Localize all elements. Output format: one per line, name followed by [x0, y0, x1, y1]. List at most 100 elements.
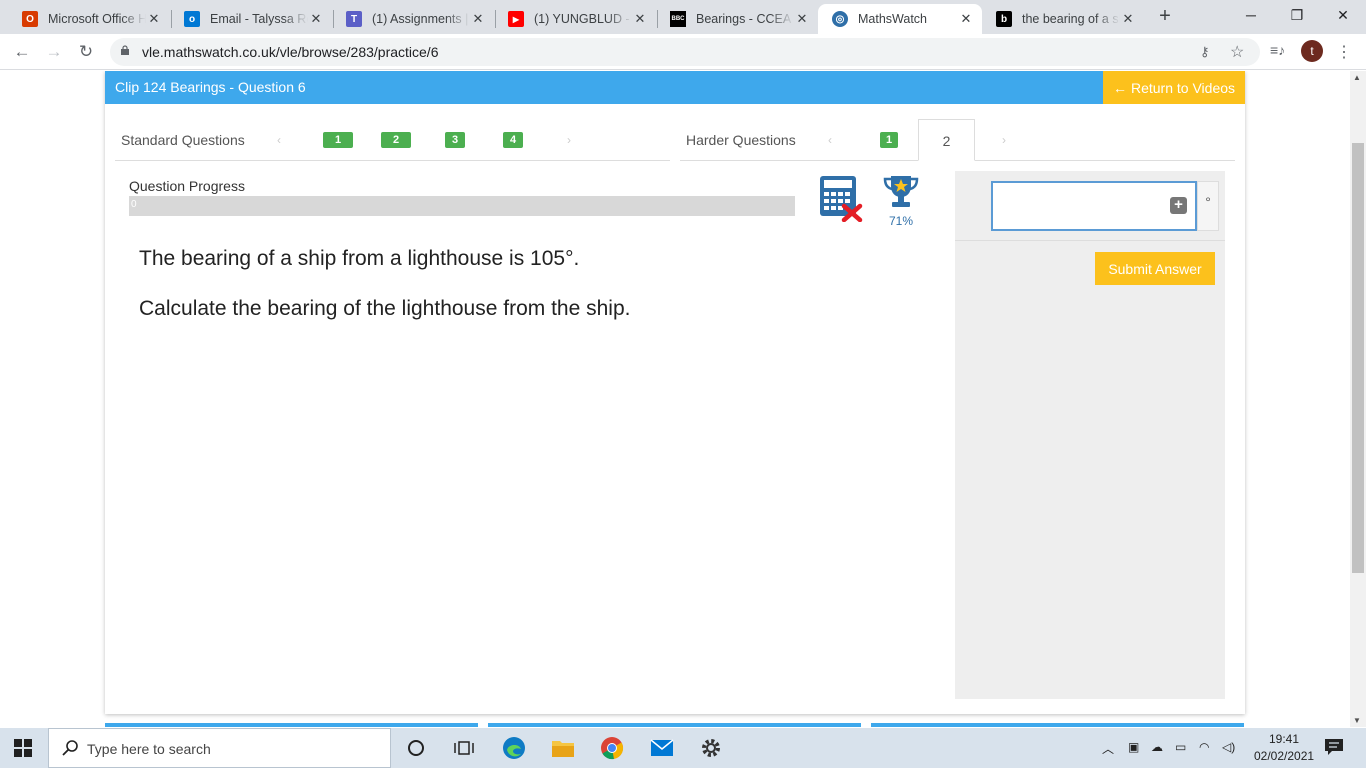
settings-gear-icon[interactable] [699, 736, 723, 760]
footer-strip [488, 723, 861, 727]
browser-tab-bing[interactable]: b the bearing of a ship ✕ [982, 4, 1144, 34]
standard-questions-nav: Standard Questions ‹ 1 2 3 4 › [115, 119, 670, 161]
close-window-button[interactable]: ✕ [1320, 0, 1366, 30]
clock-time: 19:41 [1268, 732, 1300, 746]
answer-panel: + ° Submit Answer [955, 171, 1225, 699]
browser-tab-mathswatch[interactable]: ◎ MathsWatch ✕ [818, 4, 982, 34]
mathswatch-icon: ◎ [832, 11, 848, 27]
windows-taskbar: Type here to search ︿ ▣ ☁ ▭ ◠ ◁) 19:41 0… [0, 728, 1366, 768]
chevron-right-icon[interactable]: › [567, 133, 571, 147]
key-icon[interactable]: ⚷ [1200, 44, 1210, 60]
chevron-left-icon[interactable]: ‹ [828, 133, 832, 147]
search-placeholder: Type here to search [87, 741, 211, 757]
chevron-right-icon[interactable]: › [1002, 133, 1006, 147]
reload-button[interactable]: ↻ [76, 42, 96, 62]
insert-symbol-icon[interactable]: + [1170, 197, 1187, 214]
url-text[interactable]: vle.mathswatch.co.uk/vle/browse/283/prac… [142, 44, 438, 60]
minimize-button[interactable]: ─ [1228, 0, 1274, 30]
close-tab-icon[interactable]: ✕ [470, 11, 486, 27]
page-scrollbar[interactable]: ▲ ▼ [1350, 71, 1366, 727]
windows-start-icon[interactable] [14, 739, 32, 757]
progress-value: 0 [131, 199, 137, 210]
footer-strip [871, 723, 1244, 727]
cortana-icon[interactable] [404, 736, 428, 760]
question-header: Clip 124 Bearings - Question 6 ← Return … [105, 71, 1245, 104]
browser-tab-bbc[interactable]: BBC Bearings - CCEA - GCSE ✕ [656, 4, 818, 34]
omnibox[interactable]: vle.mathswatch.co.uk/vle/browse/283/prac… [110, 38, 1260, 66]
calculator-not-allowed-icon [820, 176, 863, 222]
answer-row: + ° [955, 171, 1225, 241]
task-view-icon[interactable] [452, 736, 476, 760]
address-bar: ← → ↻ vle.mathswatch.co.uk/vle/browse/28… [0, 34, 1366, 70]
taskbar-clock[interactable]: 19:41 02/02/2021 [1254, 731, 1314, 765]
lock-icon [121, 45, 129, 55]
file-explorer-icon[interactable] [551, 736, 575, 760]
standard-question-2[interactable]: 2 [381, 132, 411, 148]
return-to-videos-button[interactable]: ← Return to Videos [1103, 71, 1245, 104]
youtube-icon: ▶ [508, 11, 524, 27]
answer-unit: ° [1197, 181, 1219, 231]
bbc-icon: BBC [670, 11, 686, 27]
more-menu-icon[interactable]: ⋮ [1336, 42, 1352, 62]
practice-card: Clip 124 Bearings - Question 6 ← Return … [105, 71, 1245, 714]
tray-expand-icon[interactable]: ︿ [1102, 740, 1114, 757]
battery-icon[interactable]: ▭ [1175, 740, 1186, 754]
harder-question-1[interactable]: 1 [880, 132, 898, 148]
page-viewport: Clip 124 Bearings - Question 6 ← Return … [0, 71, 1350, 727]
question-text-line-1: The bearing of a ship from a lighthouse … [139, 247, 580, 270]
clock-date: 02/02/2021 [1254, 749, 1315, 763]
teams-icon: T [346, 11, 362, 27]
forward-button[interactable]: → [44, 42, 64, 62]
meet-now-icon[interactable]: ▣ [1128, 740, 1139, 754]
browser-tab-bar: O Microsoft Office Home ✕ o Email - Taly… [0, 0, 1366, 34]
footer-strip [105, 723, 478, 727]
close-tab-icon[interactable]: ✕ [146, 11, 162, 27]
page-title: Clip 124 Bearings - Question 6 [115, 79, 306, 95]
search-icon [62, 740, 78, 756]
scroll-up-icon[interactable]: ▲ [1353, 73, 1361, 82]
standard-question-3[interactable]: 3 [445, 132, 465, 148]
scrollbar-thumb[interactable] [1352, 143, 1364, 573]
bookmark-star-icon[interactable]: ☆ [1230, 42, 1244, 62]
question-progress-bar: 0 [129, 196, 795, 216]
notification-center-icon[interactable] [1324, 738, 1344, 756]
wifi-icon[interactable]: ◠ [1199, 740, 1209, 754]
close-tab-icon[interactable]: ✕ [958, 11, 974, 27]
new-tab-button[interactable]: + [1154, 6, 1176, 28]
trophy-percent: 71% [888, 214, 914, 228]
close-tab-icon[interactable]: ✕ [794, 11, 810, 27]
trophy-icon[interactable] [881, 174, 921, 210]
chrome-icon[interactable] [600, 736, 624, 760]
close-tab-icon[interactable]: ✕ [632, 11, 648, 27]
volume-icon[interactable]: ◁) [1222, 740, 1235, 754]
harder-questions-label: Harder Questions [686, 132, 796, 148]
close-tab-icon[interactable]: ✕ [1120, 11, 1136, 27]
profile-avatar[interactable]: t [1301, 40, 1323, 62]
scroll-down-icon[interactable]: ▼ [1353, 716, 1361, 725]
browser-tab-office[interactable]: O Microsoft Office Home ✕ [8, 4, 170, 34]
answer-input[interactable] [991, 181, 1197, 231]
browser-tab-outlook[interactable]: o Email - Talyssa Rowe ✕ [170, 4, 332, 34]
mail-icon[interactable] [650, 736, 674, 760]
chevron-left-icon[interactable]: ‹ [277, 133, 281, 147]
office-icon: O [22, 11, 38, 27]
browser-tab-teams[interactable]: T (1) Assignments | Microsoft Teams ✕ [332, 4, 494, 34]
outlook-icon: o [184, 11, 200, 27]
back-button[interactable]: ← [12, 42, 32, 62]
maximize-button[interactable]: ❐ [1274, 0, 1320, 30]
media-control-icon[interactable]: ≡♪ [1270, 42, 1285, 58]
standard-question-4[interactable]: 4 [503, 132, 523, 148]
close-tab-icon[interactable]: ✕ [308, 11, 324, 27]
harder-question-2-active[interactable]: 2 [918, 119, 975, 161]
arrow-left-icon: ← [1112, 79, 1127, 96]
question-progress-label: Question Progress [129, 178, 245, 194]
question-text-line-2: Calculate the bearing of the lighthouse … [139, 297, 631, 320]
taskbar-search[interactable]: Type here to search [48, 728, 391, 768]
standard-question-1[interactable]: 1 [323, 132, 353, 148]
onedrive-icon[interactable]: ☁ [1151, 740, 1163, 754]
standard-questions-label: Standard Questions [121, 132, 245, 148]
bing-icon: b [996, 11, 1012, 27]
browser-tab-youtube[interactable]: ▶ (1) YUNGBLUD - Strawberry ✕ [494, 4, 656, 34]
edge-icon[interactable] [502, 736, 526, 760]
submit-answer-button[interactable]: Submit Answer [1095, 252, 1215, 285]
